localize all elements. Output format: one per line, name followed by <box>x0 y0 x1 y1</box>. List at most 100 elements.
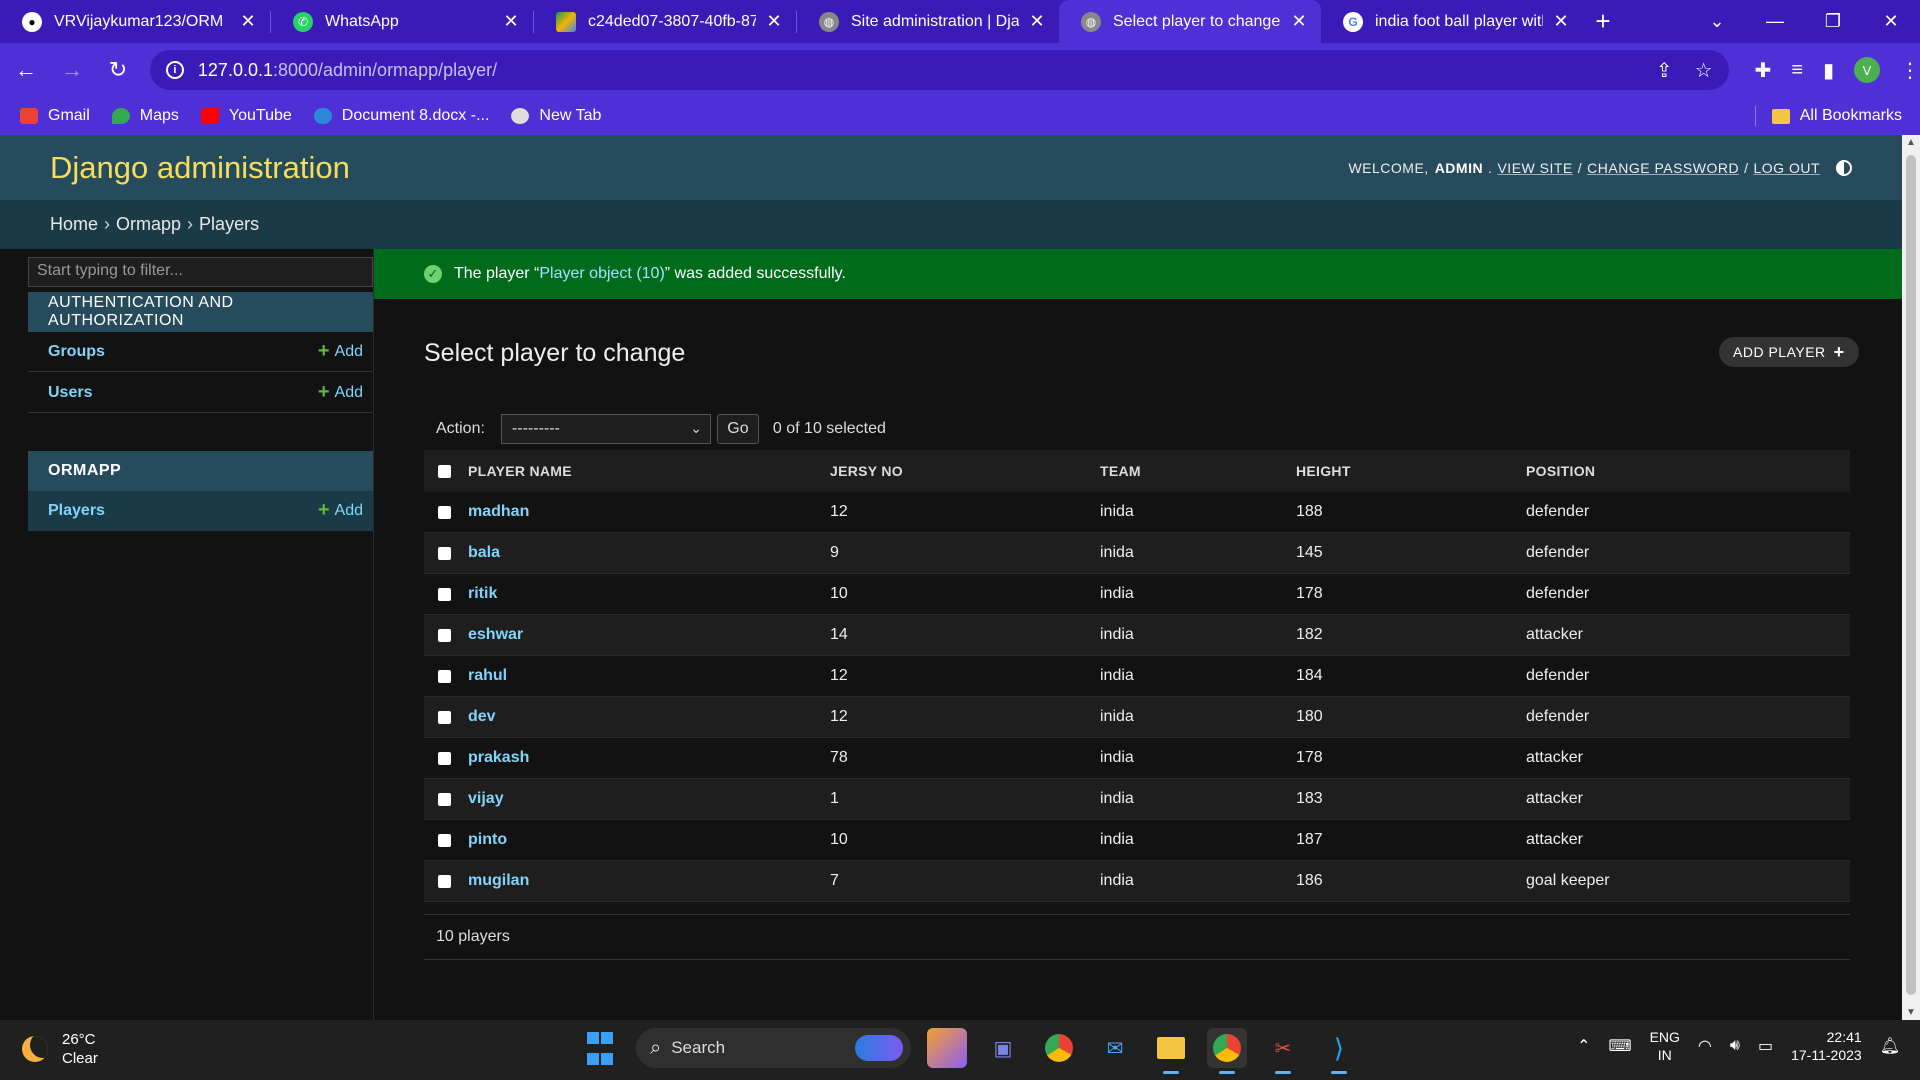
side-panel-icon[interactable]: ▮ <box>1823 58 1834 83</box>
menu-kebab-icon[interactable]: ⋮ <box>1900 58 1920 83</box>
module-caption-ormapp[interactable]: ORMAPP <box>28 451 373 491</box>
chevron-up-icon[interactable]: ⌃ <box>1577 1036 1590 1056</box>
bookmark-gmail[interactable]: Gmail <box>20 107 90 125</box>
profile-avatar[interactable]: V <box>1854 57 1881 83</box>
close-icon[interactable]: ✕ <box>1551 11 1571 32</box>
tab-select-player[interactable]: ◍ Select player to change | Django ✕ <box>1059 0 1321 43</box>
taskbar-search[interactable]: ⌕ Search <box>636 1028 911 1068</box>
close-icon[interactable]: ✕ <box>1289 11 1309 32</box>
windows-start-icon[interactable] <box>580 1028 620 1068</box>
tab-search-icon[interactable]: ⌄ <box>1688 0 1746 43</box>
language-indicator[interactable]: ENG IN <box>1650 1028 1680 1064</box>
player-name-link[interactable]: pinto <box>468 831 830 849</box>
site-info-icon[interactable]: i <box>165 61 184 79</box>
row-checkbox[interactable] <box>438 546 451 560</box>
restore-icon[interactable]: ❐ <box>1804 0 1862 43</box>
go-button[interactable]: Go <box>716 414 759 444</box>
reload-icon[interactable]: ↻ <box>98 50 138 90</box>
action-select[interactable]: --------- ⌄ <box>500 414 711 444</box>
copilot-icon[interactable] <box>927 1028 967 1068</box>
scrollbar-thumb[interactable] <box>1906 155 1916 995</box>
add-player-button[interactable]: ADD PLAYER + <box>1719 337 1859 367</box>
row-checkbox[interactable] <box>438 751 451 765</box>
users-link[interactable]: Users <box>48 384 92 402</box>
weather-widget[interactable]: 26°C Clear <box>22 1030 98 1068</box>
users-add-link[interactable]: + Add <box>318 381 363 404</box>
module-caption-auth[interactable]: AUTHENTICATION AND AUTHORIZATION <box>28 292 373 332</box>
forward-icon[interactable]: → <box>52 50 92 90</box>
close-icon[interactable]: ✕ <box>764 11 784 32</box>
back-icon[interactable]: ← <box>6 50 46 90</box>
row-checkbox[interactable] <box>438 874 451 888</box>
mail-icon[interactable]: ✉ <box>1095 1028 1135 1068</box>
tab-github[interactable]: ● VRVijaykumar123/ORM ✕ <box>0 0 270 43</box>
player-name-link[interactable]: eshwar <box>468 626 830 644</box>
player-name-link[interactable]: ritik <box>468 585 830 603</box>
page-scrollbar[interactable]: ▲ ▼ <box>1902 135 1920 1020</box>
admin-header: Django administration WELCOME, ADMIN. VI… <box>0 135 1902 200</box>
battery-icon[interactable]: ▭ <box>1758 1036 1773 1056</box>
wifi-icon[interactable]: ◠ <box>1698 1036 1712 1056</box>
player-name-link[interactable]: rahul <box>468 667 830 685</box>
tab-drive[interactable]: c24ded07-3807-40fb-87b0 ✕ <box>534 0 796 43</box>
player-name-link[interactable]: bala <box>468 544 830 562</box>
player-name-link[interactable]: dev <box>468 708 830 726</box>
log-out-link[interactable]: LOG OUT <box>1753 160 1820 176</box>
row-checkbox[interactable] <box>438 628 451 642</box>
share-icon[interactable]: ⇪ <box>1656 58 1673 83</box>
change-password-link[interactable]: CHANGE PASSWORD <box>1587 160 1739 176</box>
scroll-down-arrow-icon[interactable]: ▼ <box>1906 1007 1916 1018</box>
new-tab-button[interactable]: + <box>1583 0 1623 43</box>
row-checkbox[interactable] <box>438 669 451 683</box>
player-name-link[interactable]: mugilan <box>468 872 830 890</box>
site-branding[interactable]: Django administration <box>50 150 350 186</box>
close-icon[interactable]: ✕ <box>238 11 258 32</box>
players-add-link[interactable]: + Add <box>318 499 363 522</box>
row-checkbox[interactable] <box>438 587 451 601</box>
scroll-up-arrow-icon[interactable]: ▲ <box>1906 137 1916 148</box>
volume-icon[interactable]: 🔊︎ <box>1730 1037 1740 1055</box>
close-window-icon[interactable]: ✕ <box>1862 0 1920 43</box>
tab-google-search[interactable]: G india foot ball player with j ✕ <box>1321 0 1583 43</box>
groups-link[interactable]: Groups <box>48 343 105 361</box>
snipping-tool-icon[interactable]: ✂ <box>1263 1028 1303 1074</box>
clock[interactable]: 22:41 17-11-2023 <box>1791 1028 1862 1064</box>
select-all-checkbox[interactable] <box>438 464 451 478</box>
url-bar[interactable]: i 127.0.0.1:8000/admin/ormapp/player/ ⇪ … <box>149 50 1729 90</box>
bookmark-maps[interactable]: Maps <box>111 107 179 125</box>
bookmark-document[interactable]: Document 8.docx -... <box>313 107 489 125</box>
all-bookmarks[interactable]: All Bookmarks <box>1754 106 1902 126</box>
minimize-icon[interactable]: — <box>1746 0 1804 43</box>
player-name-link[interactable]: madhan <box>468 503 830 521</box>
row-checkbox[interactable] <box>438 833 451 847</box>
row-checkbox[interactable] <box>438 792 451 806</box>
close-icon[interactable]: ✕ <box>501 11 521 32</box>
sidebar-filter-input[interactable]: Start typing to filter... <box>28 257 373 287</box>
bookmark-star-icon[interactable]: ☆ <box>1695 58 1713 83</box>
chrome-profile-icon[interactable] <box>1207 1028 1247 1074</box>
file-explorer-icon[interactable] <box>1151 1028 1191 1074</box>
chrome-icon[interactable] <box>1039 1028 1079 1068</box>
vscode-icon[interactable]: ⟩ <box>1319 1028 1359 1074</box>
groups-add-link[interactable]: + Add <box>318 340 363 363</box>
tab-site-administration[interactable]: ◍ Site administration | Django ✕ <box>797 0 1059 43</box>
players-link[interactable]: Players <box>48 502 105 520</box>
teams-chat-icon[interactable]: ▣ <box>983 1028 1023 1068</box>
keyboard-icon[interactable]: ⌨ <box>1608 1036 1631 1056</box>
player-name-link[interactable]: vijay <box>468 790 830 808</box>
view-site-link[interactable]: VIEW SITE <box>1497 160 1572 176</box>
theme-toggle-icon[interactable] <box>1836 159 1852 176</box>
extensions-puzzle-icon[interactable]: ✚ <box>1755 58 1772 83</box>
player-name-link[interactable]: prakash <box>468 749 830 767</box>
breadcrumb-ormapp[interactable]: Ormapp <box>116 214 181 235</box>
row-checkbox[interactable] <box>438 505 451 519</box>
bookmark-new-tab[interactable]: New Tab <box>511 107 601 125</box>
reading-list-icon[interactable]: ≡ <box>1791 59 1803 82</box>
added-object-link[interactable]: Player object (10) <box>539 265 664 283</box>
notification-bell-icon[interactable]: 🔔︎ <box>1880 1036 1900 1056</box>
row-checkbox[interactable] <box>438 710 451 724</box>
close-icon[interactable]: ✕ <box>1027 11 1047 32</box>
bookmark-youtube[interactable]: YouTube <box>200 107 292 125</box>
breadcrumb-home[interactable]: Home <box>50 214 98 235</box>
tab-whatsapp[interactable]: ✆ WhatsApp ✕ <box>271 0 533 43</box>
